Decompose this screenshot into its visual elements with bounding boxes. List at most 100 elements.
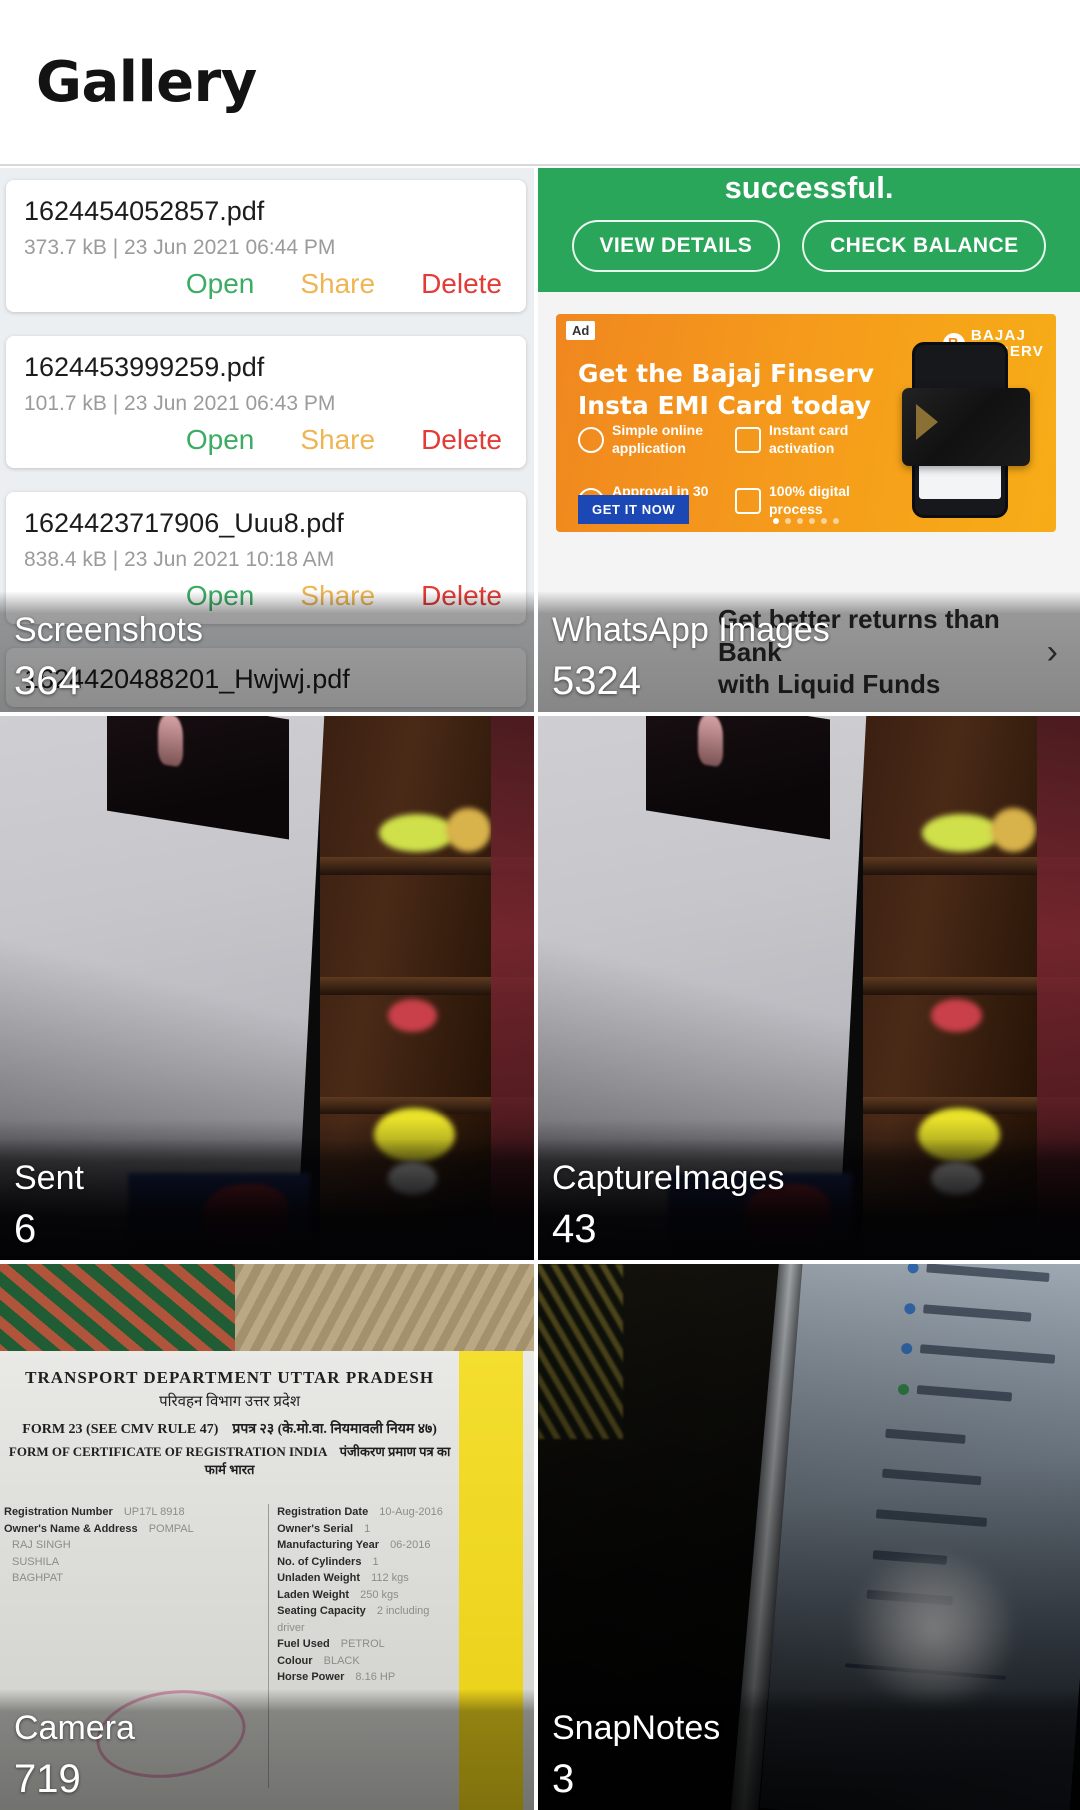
album-name: SnapNotes [552,1709,721,1747]
ad-feature: Simple online application [578,422,721,457]
view-details-button[interactable]: VIEW DETAILS [571,220,781,272]
bajaj-finserv-ad-banner[interactable]: Ad B BAJAJ FINSERV Get the Bajaj Finserv… [556,314,1056,532]
pdf-open-button[interactable]: Open [186,580,255,612]
rc-field: Unladen Weight 112 kgs [277,1570,459,1587]
rc-cert-line: FORM OF CERTIFICATE OF REGISTRATION INDI… [0,1442,459,1478]
pdf-list-item[interactable]: 1624453999259.pdf 101.7 kB | 23 Jun 2021… [6,336,526,468]
rc-field-label: Registration Date [277,1506,369,1519]
ad-carousel-dots[interactable] [773,518,839,524]
rc-field-value: BLACK [323,1654,360,1667]
rc-form-line-hi: प्रपत्र २३ (के.मो.वा. नियमावली नियम ४७) [232,1421,437,1437]
album-count: 43 [552,1207,597,1251]
printed-cloth [0,1264,235,1357]
rc-field: Colour BLACK [277,1653,459,1670]
ad-feature: Instant card activation [735,422,878,457]
pdf-open-button[interactable]: Open [186,268,255,300]
pdf-file-name: 1624423717906_Uuu8.pdf [24,508,344,538]
rc-field-label: No. of Cylinders [277,1555,362,1568]
album-tile-screenshots[interactable]: 1624454052857.pdf 373.7 kB | 23 Jun 2021… [0,168,538,716]
ad-headline-line2: Insta EMI Card today [578,391,872,420]
album-count: 5324 [552,659,641,703]
gallery-screen: Gallery 1624454052857.pdf 373.7 kB | 23 … [0,0,1080,1810]
rc-field-label: Seating Capacity [277,1605,366,1618]
promo-line-2: with Liquid Funds [718,669,941,700]
album-tile-snapnotes[interactable]: SnapNotes 3 [538,1264,1080,1810]
album-name: Sent [14,1159,84,1197]
rc-field-label: Unladen Weight [277,1572,361,1585]
album-tile-sent[interactable]: Sent 6 [0,716,538,1264]
jute-mat [0,1264,534,1357]
rc-field: No. of Cylinders 1 [277,1554,459,1571]
pdf-file-name: 1624454052857.pdf [24,196,265,226]
ad-dot[interactable] [797,518,803,524]
payment-button-row: VIEW DETAILS CHECK BALANCE [571,220,1047,272]
fingerprint-icon [578,426,604,453]
mobile-digital-icon [735,487,761,514]
pdf-delete-button[interactable]: Delete [421,580,502,612]
pdf-list-item[interactable]: 1624454052857.pdf 373.7 kB | 23 Jun 2021… [6,180,526,312]
rc-field-label: Registration Number [4,1506,113,1519]
pdf-list-item[interactable]: 1624420488201_Hwjwj.pdf [6,648,526,707]
phone-icon [735,426,761,453]
rc-field: SUSHILA [4,1554,268,1571]
album-tile-camera[interactable]: TRANSPORT DEPARTMENT UTTAR PRADESH परिवह… [0,1264,538,1810]
rc-form-line-en: FORM 23 (SEE CMV RULE 47) [22,1421,219,1437]
rc-field: Owner's Name & Address POMPAL [4,1521,268,1538]
pdf-share-button[interactable]: Share [300,268,375,300]
pdf-open-button[interactable]: Open [186,424,255,456]
chevron-right-icon[interactable]: › [1047,633,1058,672]
rc-field-value: SUSHILA [12,1555,60,1568]
rc-field-label: Laden Weight [277,1588,350,1601]
check-balance-button[interactable]: CHECK BALANCE [802,220,1047,272]
rc-field-value: 250 kgs [360,1588,399,1601]
ad-headline: Get the Bajaj Finserv Insta EMI Card tod… [578,358,874,422]
rc-field-label: Colour [277,1654,313,1667]
rc-field-value: RAJ SINGH [12,1539,71,1552]
ad-dot[interactable] [833,518,839,524]
payment-success-banner: successful. VIEW DETAILS CHECK BALANCE [538,168,1080,292]
ad-dot[interactable] [785,518,791,524]
ad-dot[interactable] [821,518,827,524]
pdf-action-row: Open Share Delete [24,580,508,612]
album-count: 3 [552,1757,575,1801]
ad-emi-card-illustration [902,388,1030,466]
pdf-file-meta: 101.7 kB | 23 Jun 2021 06:43 PM [24,392,336,415]
rc-form-line: FORM 23 (SEE CMV RULE 47) प्रपत्र २३ (के… [0,1419,459,1438]
album-tile-captureimages[interactable]: CaptureImages 43 [538,716,1080,1264]
pdf-share-button[interactable]: Share [300,424,375,456]
rc-field-label: Horse Power [277,1671,345,1684]
album-count: 6 [14,1207,37,1251]
rc-cert-line-en: FORM OF CERTIFICATE OF REGISTRATION INDI… [8,1443,327,1459]
album-name: CaptureImages [552,1159,785,1197]
rc-field-value: 10-Aug-2016 [379,1506,443,1519]
pdf-file-meta: 838.4 kB | 23 Jun 2021 10:18 AM [24,548,335,571]
rc-field: Seating Capacity 2 including driver [277,1603,459,1636]
album-count: 364 [14,659,81,703]
rc-field: Manufacturing Year 06-2016 [277,1537,459,1554]
rc-field: BAGHPAT [4,1570,268,1587]
album-tile-whatsapp-images[interactable]: successful. VIEW DETAILS CHECK BALANCE A… [538,168,1080,716]
rc-field-label: Manufacturing Year [277,1539,379,1552]
ad-dot[interactable] [809,518,815,524]
album-name: WhatsApp Images [552,611,830,649]
rc-field-value: 112 kgs [371,1572,409,1585]
pdf-delete-button[interactable]: Delete [421,268,502,300]
pdf-file-name: 1624420488201_Hwjwj.pdf [24,664,350,694]
rc-field: Registration Date 10-Aug-2016 [277,1504,459,1521]
pdf-file-name: 1624453999259.pdf [24,352,265,382]
rc-field-label: Owner's Serial [277,1522,354,1535]
pdf-list-item[interactable]: 1624423717906_Uuu8.pdf 838.4 kB | 23 Jun… [6,492,526,624]
rc-field-label: Fuel Used [277,1638,330,1651]
ad-feature-label: Simple online application [612,422,704,456]
pdf-delete-button[interactable]: Delete [421,424,502,456]
rc-field: RAJ SINGH [4,1537,268,1554]
app-bar: Gallery [0,0,1080,166]
rc-field: Fuel Used PETROL [277,1636,459,1653]
album-name: Screenshots [14,611,203,649]
ad-dot[interactable] [773,518,779,524]
ad-label: Ad [566,321,596,340]
ad-cta-button[interactable]: GET IT NOW [578,495,690,524]
rc-field-label: Owner's Name & Address [4,1522,138,1535]
album-grid: 1624454052857.pdf 373.7 kB | 23 Jun 2021… [0,168,1080,1810]
pdf-share-button[interactable]: Share [300,580,375,612]
